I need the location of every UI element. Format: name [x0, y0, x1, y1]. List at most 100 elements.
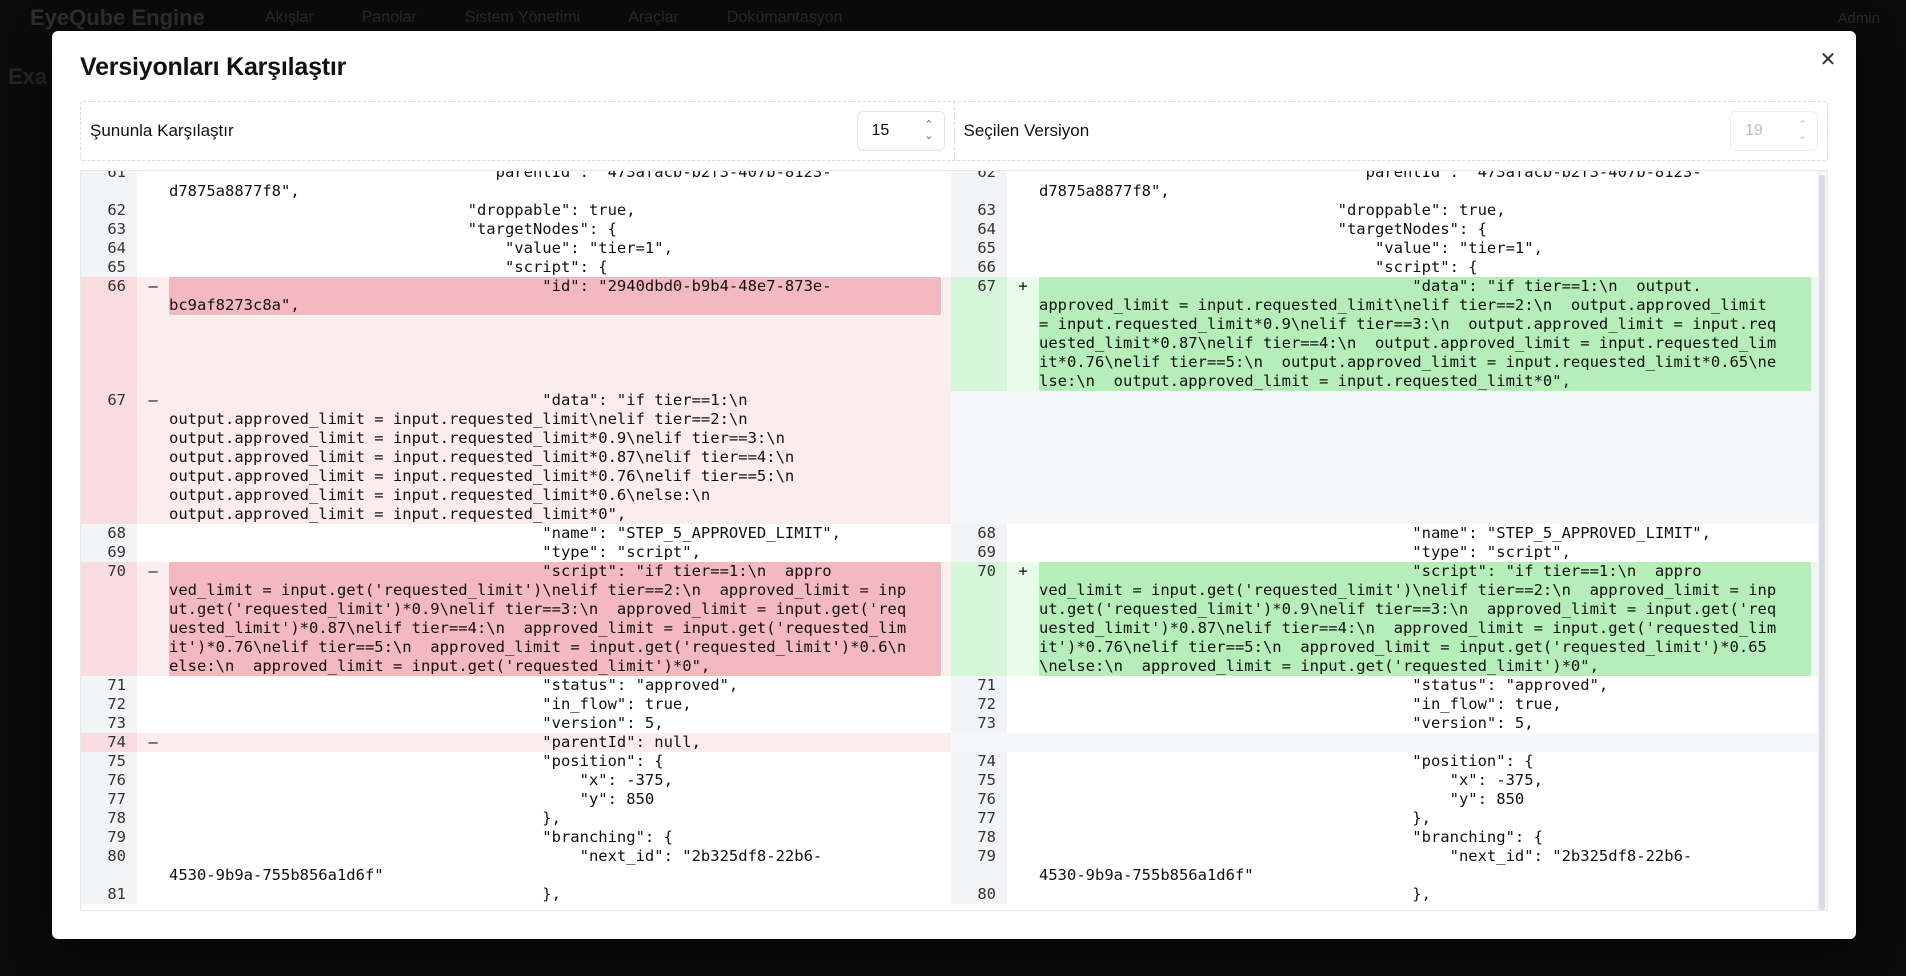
line-number: 81 [81, 885, 137, 904]
compare-versions-modal: Versiyonları Karşılaştır ✕ Şunu⁠nla Karş… [52, 31, 1856, 939]
line-number: 65 [951, 239, 1007, 258]
left-diff-line: 79 "branching": { [81, 828, 951, 847]
selected-version-select: 19 ⌃ ⌄ [1730, 111, 1818, 151]
removed-marker: – [137, 562, 169, 676]
code-text: "status": "approved", [1039, 676, 1609, 694]
line-number: 69 [81, 543, 137, 562]
line-number: 78 [81, 809, 137, 828]
line-number: 66 [951, 258, 1007, 277]
line-number: 80 [951, 885, 1007, 904]
left-diff-line: 80 "next_id": "2b325df8-22b6- 4530-9b9a-… [81, 847, 951, 885]
diff-row: 78 }, 77 }, [81, 809, 1827, 828]
right-diff-line: 66 "script": { [951, 258, 1821, 277]
code-text: }, [1039, 809, 1431, 827]
nav-item-tools: Araçlar [628, 9, 679, 26]
code-text [1039, 733, 1821, 752]
left-diff-line: 67– "data": "if tier==1:\n output.approv… [81, 391, 951, 524]
context-marker [1007, 220, 1039, 239]
line-number: 65 [81, 258, 137, 277]
code-text: "next_id": "2b325df8-22b6- 4530-9b9a-755… [1039, 847, 1693, 884]
diff-row: 81 }, 80 }, [81, 885, 1827, 904]
code-text: "branching": { [1039, 828, 1543, 846]
context-marker [137, 847, 169, 885]
context-marker [1007, 239, 1039, 258]
scrollbar[interactable] [1817, 171, 1827, 910]
added-marker: + [1007, 277, 1039, 391]
line-number: 74 [951, 752, 1007, 771]
context-marker [1007, 752, 1039, 771]
line-number: 72 [951, 695, 1007, 714]
line-number [951, 733, 1007, 752]
diff-row: 67– "data": "if tier==1:\n output.approv… [81, 391, 1827, 524]
compare-version-select[interactable]: 15 ⌃ ⌄ [856, 111, 945, 151]
left-diff-line: 73 "version": 5, [81, 714, 951, 733]
right-diff-line: 70 + "script": "if tier==1:\n appro ved_l… [951, 562, 1821, 676]
right-diff-line: 63 "droppable": true, [951, 201, 1821, 220]
context-marker [137, 752, 169, 771]
diff-row: 64 "value": "tier=1", 65 "value": "tier=1… [81, 239, 1827, 258]
close-icon[interactable]: ✕ [1816, 47, 1840, 71]
right-diff-line: 68 "name": "STEP_5_APPROVED_LIMIT", [951, 524, 1821, 543]
code-text: }, [1039, 885, 1431, 903]
line-number: 63 [81, 220, 137, 239]
right-diff-line: 78 "branching": { [951, 828, 1821, 847]
line-number: 64 [951, 220, 1007, 239]
code-text: "in_flow": true, [1039, 695, 1562, 713]
diff-rows: 61 "parentId": "473afacb-b2f3-407b-8123-… [81, 170, 1827, 904]
code-text: "script": "if tier==1:\n appro ved_limit… [169, 562, 951, 676]
context-marker [137, 171, 169, 201]
scrollbar-thumb[interactable] [1819, 175, 1825, 910]
left-diff-line: 63 "targetNodes": { [81, 220, 951, 239]
line-number: 79 [81, 828, 137, 847]
left-diff-line: 76 "x": -375, [81, 771, 951, 790]
code-text: "value": "tier=1", [169, 239, 673, 257]
deleted-highlight: "id": "2940dbd0-b9b4-48e7-873e- bc9af827… [169, 277, 941, 315]
context-marker [137, 885, 169, 904]
context-marker [1007, 676, 1039, 695]
code-text: "droppable": true, [169, 201, 636, 219]
line-number: 73 [951, 714, 1007, 733]
right-diff-line: 67 + "data": "if tier==1:\n output. appro… [951, 277, 1821, 391]
context-marker [1007, 885, 1039, 904]
right-diff-line [951, 391, 1821, 524]
code-text: "status": "approved", [169, 676, 739, 694]
code-text: "parentId": null, [169, 733, 951, 752]
line-number: 71 [951, 676, 1007, 695]
removed-marker: – [137, 391, 169, 524]
code-text: "droppable": true, [1039, 201, 1506, 219]
selected-version-cell: Seçilen Versiyon 19 ⌃ ⌄ [953, 102, 1828, 160]
left-diff-line: 65 "script": { [81, 258, 951, 277]
left-diff-line: 75 "position": { [81, 752, 951, 771]
right-diff-line [951, 733, 1821, 752]
context-marker [1007, 543, 1039, 562]
code-text: "x": -375, [169, 771, 673, 789]
code-text: "parentId": "473afacb-b2f3-407b-8123- d7… [1039, 170, 1702, 200]
inserted-highlight: "script": "if tier==1:\n appro ved_limit… [1039, 562, 1811, 676]
compare-with-cell: Şunu⁠nla Karşılaştır 15 ⌃ ⌄ [81, 102, 954, 160]
right-diff-line: 62 "parentId": "473afacb-b2f3-407b-8123-… [951, 170, 1821, 201]
code-text: "name": "STEP_5_APPROVED_LIMIT", [1039, 524, 1711, 542]
removed-marker: – [137, 277, 169, 391]
context-marker [1007, 733, 1039, 752]
code-text: "script": "if tier==1:\n appro ved_limit… [1039, 562, 1821, 676]
context-marker [1007, 809, 1039, 828]
diff-viewer[interactable]: 61 "parentId": "473afacb-b2f3-407b-8123-… [80, 170, 1828, 911]
nav-item-system: Sistem Yönetimi [464, 9, 581, 26]
context-marker [137, 239, 169, 258]
code-text: "type": "script", [169, 543, 701, 561]
code-text: "targetNodes": { [1039, 220, 1487, 238]
code-text: "script": { [169, 258, 608, 276]
line-number: 68 [81, 524, 137, 543]
context-marker [1007, 171, 1039, 201]
chevron-updown-icon: ⌃ ⌄ [1797, 119, 1807, 142]
background-page-title: Exa [8, 64, 48, 89]
nav-item-docs: Dokümantasyon [726, 9, 843, 26]
right-diff-line: 76 "y": 850 [951, 790, 1821, 809]
line-number: 80 [81, 847, 137, 885]
line-number: 66 [81, 277, 137, 391]
modal-title: Versiyonları Karşılaştır [80, 53, 347, 81]
code-text: "position": { [1039, 752, 1534, 770]
diff-row: 62 "droppable": true, 63 "droppable": tru… [81, 201, 1827, 220]
line-number: 69 [951, 543, 1007, 562]
removed-marker: – [137, 733, 169, 752]
